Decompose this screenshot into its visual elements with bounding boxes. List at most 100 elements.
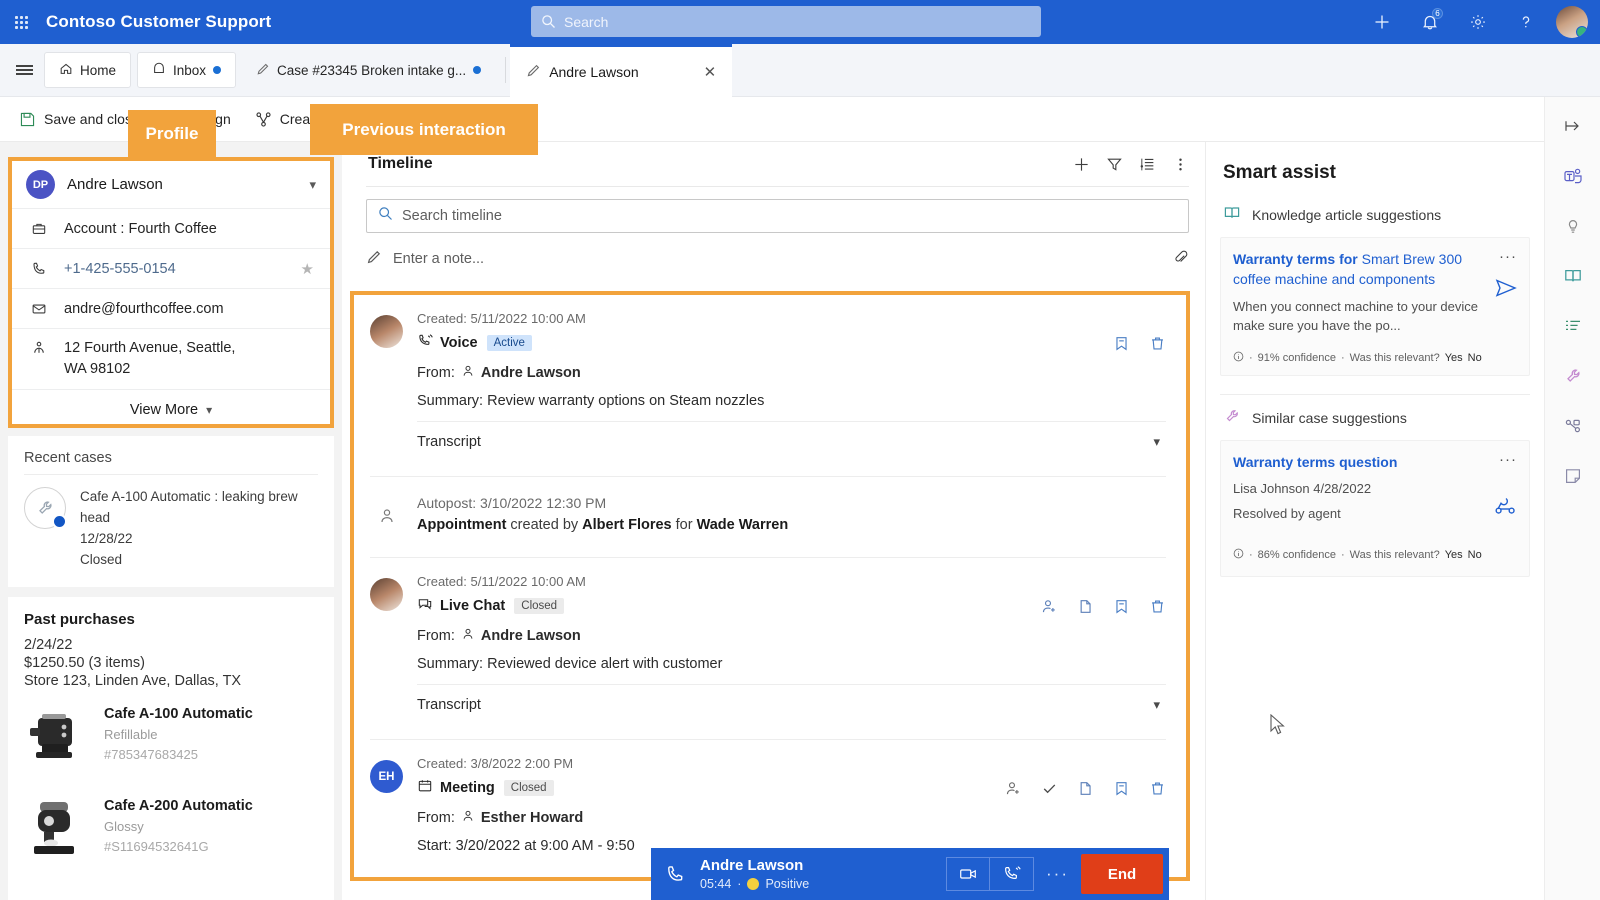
tab-home[interactable]: Home — [44, 52, 131, 88]
case-title[interactable]: Warranty terms question — [1233, 453, 1489, 473]
profile-account: Account : Fourth Coffee — [64, 221, 217, 237]
trash-icon[interactable] — [1149, 780, 1166, 797]
entry-from: Esther Howard — [481, 810, 583, 826]
check-icon[interactable] — [1041, 780, 1058, 797]
tab-inbox[interactable]: Inbox — [137, 52, 236, 88]
help-icon[interactable] — [1502, 0, 1550, 44]
save-and-close-label: Save and close — [44, 111, 140, 127]
list-item[interactable]: Cafe A-100 Automatic Refillable #7853476… — [8, 696, 334, 778]
article-title[interactable]: Warranty terms for Smart Brew 300 coffee… — [1233, 250, 1489, 290]
send-icon[interactable] — [1494, 276, 1518, 305]
profile-phone[interactable]: +1-425-555-0154 — [64, 261, 176, 277]
relationship-icon[interactable] — [1556, 411, 1590, 441]
list-icon[interactable] — [1556, 311, 1590, 341]
open-record-icon[interactable] — [1077, 780, 1094, 797]
star-icon[interactable]: ★ — [301, 260, 314, 278]
more-horizontal-icon[interactable]: ··· — [1499, 451, 1517, 468]
pen-icon — [256, 62, 270, 79]
annotation-previous-interaction: Previous interaction — [310, 104, 538, 155]
timeline-entry[interactable]: Created: 5/11/2022 10:00 AM Live Chat Cl… — [356, 558, 1184, 725]
book-icon[interactable] — [1556, 261, 1590, 291]
search-input[interactable] — [564, 14, 1004, 30]
profile-address-line1: 12 Fourth Avenue, Seattle, — [64, 340, 235, 356]
app-root: Contoso Customer Support 6 — [0, 0, 1600, 900]
timeline-search[interactable] — [366, 199, 1189, 233]
top-actions: 6 — [1358, 0, 1592, 44]
relevance-no-button[interactable]: No — [1468, 352, 1482, 364]
command-bar: Save and close Assign Create swarm Delet… — [0, 97, 1600, 142]
note-icon[interactable] — [1556, 461, 1590, 491]
entry-type: Voice — [440, 335, 478, 351]
expand-panel-icon[interactable] — [1556, 111, 1590, 141]
entry-autopost: Autopost: 3/10/2022 12:30 PM — [417, 495, 1166, 511]
chevron-down-icon[interactable]: ▾ — [309, 177, 316, 193]
smart-assist-panel: Smart assist Knowledge article suggestio… — [1205, 142, 1544, 900]
teams-icon[interactable] — [1556, 161, 1590, 191]
avatar: EH — [370, 760, 403, 793]
plus-icon[interactable] — [1073, 156, 1090, 173]
view-more-button[interactable]: View More ▾ — [12, 390, 330, 430]
relevance-no-button[interactable]: No — [1468, 549, 1482, 561]
entry-type: Meeting — [440, 780, 495, 796]
profile-email-row[interactable]: andre@fourthcoffee.com — [12, 289, 330, 329]
video-icon[interactable] — [946, 857, 990, 891]
profile-header[interactable]: DP Andre Lawson ▾ — [12, 161, 330, 209]
open-record-icon[interactable] — [1077, 598, 1094, 615]
end-call-button[interactable]: End — [1081, 854, 1163, 894]
relevance-yes-button[interactable]: Yes — [1445, 352, 1463, 364]
knowledge-article-card[interactable]: ··· Warranty terms for Smart Brew 300 co… — [1220, 237, 1530, 376]
transcript-toggle[interactable]: Transcript ▾ — [417, 421, 1166, 462]
past-purchases-title: Past purchases — [8, 597, 334, 636]
paperclip-icon[interactable] — [1173, 249, 1189, 269]
relevance-yes-button[interactable]: Yes — [1445, 549, 1463, 561]
bell-icon[interactable]: 6 — [1406, 0, 1454, 44]
sort-icon[interactable] — [1139, 156, 1156, 173]
trash-icon[interactable] — [1149, 598, 1166, 615]
bookmark-icon[interactable] — [1113, 335, 1130, 352]
lightbulb-icon[interactable] — [1556, 211, 1590, 241]
profile-email[interactable]: andre@fourthcoffee.com — [64, 301, 224, 317]
add-person-icon[interactable] — [1041, 598, 1058, 615]
close-icon[interactable]: ✕ — [704, 63, 717, 81]
global-search[interactable] — [531, 6, 1041, 37]
tab-active-label: Andre Lawson — [549, 64, 639, 80]
wrench-icon — [1223, 407, 1241, 428]
recent-cases-card: Recent cases Cafe A-100 Automatic : leak… — [8, 436, 334, 587]
add-person-icon[interactable] — [1005, 780, 1022, 797]
pencil-icon — [366, 249, 382, 269]
annotation-profile: Profile — [128, 110, 216, 157]
link-case-icon[interactable] — [1492, 493, 1518, 524]
tab-case-23345[interactable]: Case #23345 Broken intake g... — [242, 52, 495, 88]
recent-cases-title: Recent cases — [8, 436, 334, 474]
plus-icon[interactable] — [1358, 0, 1406, 44]
timeline-entry[interactable]: Created: 5/11/2022 10:00 AM Voice A — [356, 297, 1184, 462]
app-launcher-icon[interactable] — [0, 16, 42, 29]
more-vertical-icon[interactable] — [1172, 156, 1189, 173]
more-horizontal-icon[interactable]: ··· — [1499, 248, 1517, 265]
transcript-label: Transcript — [417, 697, 481, 713]
timeline-search-input[interactable] — [402, 208, 1177, 224]
timeline-entry[interactable]: Autopost: 3/10/2022 12:30 PM Appointment… — [356, 477, 1184, 533]
avatar[interactable] — [1556, 6, 1588, 38]
wrench-icon[interactable] — [1556, 361, 1590, 391]
bookmark-icon[interactable] — [1113, 780, 1130, 797]
search-icon — [541, 14, 556, 29]
tab-andre-lawson[interactable]: Andre Lawson ✕ — [510, 44, 732, 97]
transcript-toggle[interactable]: Transcript ▾ — [417, 684, 1166, 725]
profile-phone-row[interactable]: +1-425-555-0154 ★ — [12, 249, 330, 289]
avatar — [370, 315, 403, 348]
bookmark-icon[interactable] — [1113, 598, 1130, 615]
from-label: From: — [417, 810, 455, 826]
phone-consult-icon[interactable] — [990, 857, 1034, 891]
trash-icon[interactable] — [1149, 335, 1166, 352]
call-more-button[interactable]: ··· — [1034, 864, 1081, 884]
timeline-note-input-row[interactable]: Enter a note... — [366, 242, 1189, 276]
list-item[interactable]: Cafe A-100 Automatic : leaking brew head… — [8, 475, 334, 587]
active-call-bar: Andre Lawson 05:44 · Positive ··· — [651, 848, 1169, 900]
filter-icon[interactable] — [1106, 156, 1123, 173]
timeline-entry[interactable]: EH Created: 3/8/2022 2:00 PM Meeting Clo… — [356, 740, 1184, 854]
gear-icon[interactable] — [1454, 0, 1502, 44]
list-item[interactable]: Cafe A-200 Automatic Glossy #S1169453264… — [8, 788, 334, 870]
similar-case-card[interactable]: ··· Warranty terms question Lisa Johnson… — [1220, 440, 1530, 577]
hamburger-menu-icon[interactable] — [4, 63, 44, 77]
